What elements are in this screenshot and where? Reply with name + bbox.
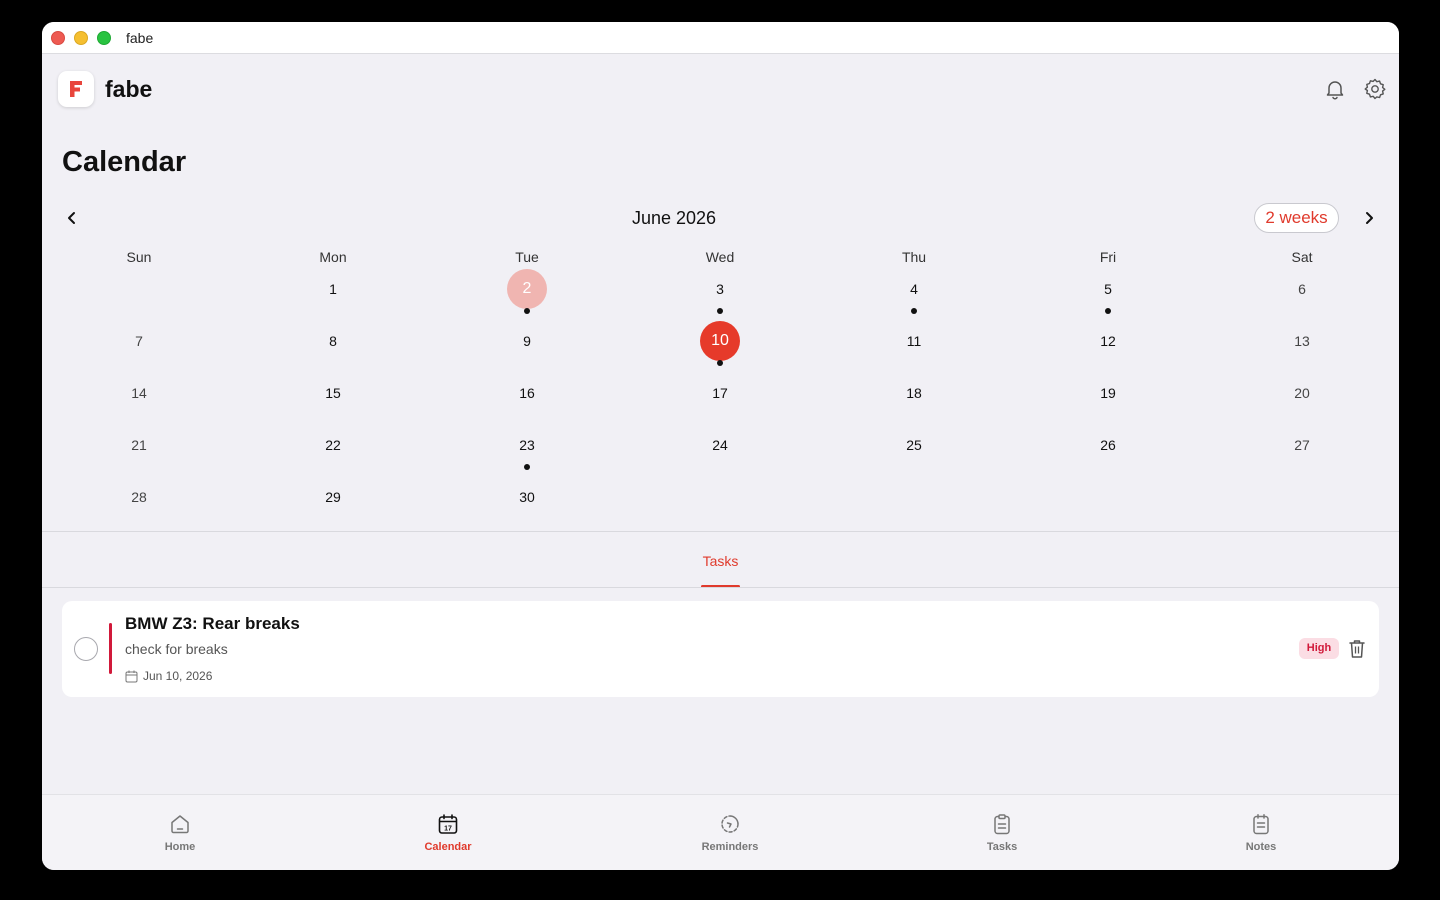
weekday-header: Thu <box>901 249 927 265</box>
calendar-icon: 17 <box>438 814 458 834</box>
app-header: fabe <box>42 54 1399 122</box>
calendar-day[interactable]: 25 <box>894 425 934 465</box>
tab-tasks[interactable]: Tasks <box>692 553 749 569</box>
calendar-day[interactable]: 23 <box>507 425 547 465</box>
nav-calendar[interactable]: 17 Calendar <box>388 795 508 870</box>
nav-notes[interactable]: Notes <box>1201 795 1321 870</box>
fabe-logo-icon <box>70 81 82 97</box>
weekday-header: Sun <box>126 249 152 265</box>
calendar-day[interactable]: 6 <box>1282 269 1322 309</box>
tab-bar: Tasks <box>42 532 1399 588</box>
trash-icon <box>1349 640 1365 658</box>
svg-text:17: 17 <box>444 826 452 833</box>
calendar-day[interactable]: 5 <box>1088 269 1128 309</box>
event-indicator-dot <box>524 464 530 470</box>
window-title: fabe <box>126 30 154 46</box>
weekday-header: Sat <box>1291 249 1313 265</box>
calendar-day[interactable]: 14 <box>119 373 159 413</box>
clipboard-icon <box>994 814 1010 835</box>
event-indicator-dot <box>717 360 723 366</box>
calendar-day[interactable]: 7 <box>119 321 159 361</box>
task-title: BMW Z3: Rear breaks <box>125 614 300 633</box>
app-name: fabe <box>105 76 153 102</box>
divider <box>42 587 1399 588</box>
nav-tasks[interactable]: Tasks <box>942 795 1062 870</box>
calendar-day[interactable]: 8 <box>313 321 353 361</box>
event-indicator-dot <box>717 308 723 314</box>
calendar-day[interactable]: 19 <box>1088 373 1128 413</box>
minimize-window-button[interactable] <box>74 31 88 45</box>
nav-label: Tasks <box>986 841 1018 853</box>
title-bar: fabe <box>42 22 1399 54</box>
calendar-day[interactable]: 3 <box>700 269 740 309</box>
calendar-day[interactable]: 12 <box>1088 321 1128 361</box>
task-description: check for breaks <box>125 641 228 657</box>
calendar-day[interactable]: 9 <box>507 321 547 361</box>
calendar-day[interactable]: 13 <box>1282 321 1322 361</box>
nav-home[interactable]: Home <box>120 795 240 870</box>
close-window-button[interactable] <box>51 31 65 45</box>
notes-icon <box>1253 814 1269 835</box>
calendar-day[interactable]: 24 <box>700 425 740 465</box>
calendar-day[interactable]: 29 <box>313 477 353 517</box>
app-logo <box>58 71 94 107</box>
nav-label: Reminders <box>701 841 759 853</box>
chevron-right-icon <box>1366 212 1373 224</box>
page-title: Calendar <box>62 146 187 178</box>
weekday-header: Mon <box>319 249 347 265</box>
calendar-day[interactable]: 30 <box>507 477 547 517</box>
zoom-window-button[interactable] <box>97 31 111 45</box>
bell-icon <box>1326 81 1344 100</box>
task-card[interactable]: BMW Z3: Rear breaks check for breaks Jun… <box>62 601 1379 697</box>
event-indicator-dot <box>1105 308 1111 314</box>
weekday-header: Fri <box>1099 249 1117 265</box>
calendar-small-icon <box>125 670 138 683</box>
priority-badge: High <box>1299 638 1339 659</box>
calendar-day[interactable]: 17 <box>700 373 740 413</box>
nav-reminders[interactable]: Reminders <box>670 795 790 870</box>
calendar-day[interactable]: 28 <box>119 477 159 517</box>
event-indicator-dot <box>524 308 530 314</box>
home-icon <box>171 815 189 834</box>
weekday-header: Tue <box>515 249 539 265</box>
calendar-day[interactable]: 26 <box>1088 425 1128 465</box>
calendar-day[interactable]: 10 <box>700 321 740 361</box>
task-complete-checkbox[interactable] <box>74 637 98 661</box>
month-label: June 2026 <box>631 208 717 228</box>
nav-label: Notes <box>1245 841 1277 853</box>
next-month-button[interactable] <box>1359 208 1379 228</box>
gear-icon <box>1364 78 1386 100</box>
event-indicator-dot <box>911 308 917 314</box>
calendar-day[interactable]: 27 <box>1282 425 1322 465</box>
reminder-clock-icon <box>721 815 739 833</box>
calendar-day[interactable]: 21 <box>119 425 159 465</box>
nav-label: Home <box>164 841 196 853</box>
priority-indicator-bar <box>109 623 112 674</box>
calendar-day[interactable]: 2 <box>507 269 547 309</box>
app-window: fabe fabe Calendar June 2026 2 weeks Sun… <box>42 22 1399 870</box>
calendar-day[interactable]: 15 <box>313 373 353 413</box>
nav-label: Calendar <box>424 841 472 853</box>
calendar-day[interactable]: 20 <box>1282 373 1322 413</box>
task-due-date: Jun 10, 2026 <box>143 669 213 683</box>
calendar-day[interactable]: 1 <box>313 269 353 309</box>
calendar-day[interactable]: 11 <box>894 321 934 361</box>
settings-button[interactable] <box>1363 77 1387 101</box>
bottom-navigation: Home 17 Calendar Reminders Tasks Notes <box>42 794 1399 870</box>
weekday-header: Wed <box>705 249 735 265</box>
delete-task-button[interactable] <box>1347 638 1367 660</box>
view-range-toggle[interactable]: 2 weeks <box>1254 203 1339 233</box>
calendar-day[interactable]: 22 <box>313 425 353 465</box>
calendar-day[interactable]: 4 <box>894 269 934 309</box>
notifications-button[interactable] <box>1323 77 1347 101</box>
calendar-day[interactable]: 16 <box>507 373 547 413</box>
calendar-day[interactable]: 18 <box>894 373 934 413</box>
